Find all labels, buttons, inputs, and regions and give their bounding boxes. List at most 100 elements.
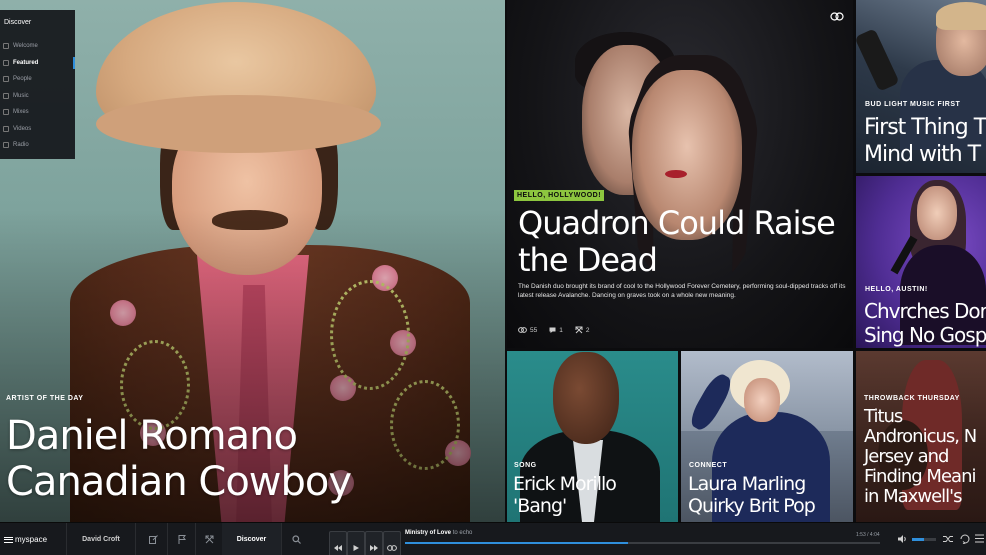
views-stat: 55 — [518, 327, 537, 334]
volume-slider-fill — [912, 538, 924, 541]
sidebar-item-music[interactable]: Music — [0, 88, 75, 105]
budlight-title[interactable]: First Thing T Mind with T — [864, 114, 986, 168]
titus-kicker: THROWBACK THURSDAY — [864, 395, 960, 402]
myspace-logo-text: myspace — [15, 535, 48, 544]
views-count: 55 — [530, 326, 538, 334]
hero-photo-hat-brim — [96, 95, 381, 153]
quadron-title[interactable]: Quadron Could Raise the Dead — [518, 205, 848, 279]
chvrches-title-line: Sing No Gosp — [864, 323, 986, 347]
people-icon — [3, 76, 9, 82]
now-playing-title: Ministry of Love — [405, 530, 452, 536]
previous-icon — [334, 544, 342, 551]
hero-title-line: Canadian Cowboy — [6, 459, 352, 505]
music-icon — [3, 92, 9, 99]
previous-track-button[interactable] — [329, 531, 347, 555]
quadron-description: The Danish duo brought its brand of cool… — [518, 283, 846, 300]
connect-arrows-icon — [205, 535, 214, 544]
sidebar-item-label: Music — [13, 92, 29, 99]
bottom-player-bar: myspace David Croft Discover — [0, 522, 986, 555]
radio-icon — [3, 142, 9, 148]
erick-kicker: SONG — [514, 462, 537, 469]
sidebar-item-label: Videos — [13, 125, 32, 132]
titus-title[interactable]: Titus Andronicus, N Jersey and Finding M… — [864, 407, 986, 507]
titus-title-line: Finding Meani — [864, 466, 976, 487]
connects-count: 2 — [585, 326, 590, 334]
videos-icon — [3, 125, 9, 132]
sidebar-item-label: People — [13, 76, 32, 82]
budlight-kicker: BUD LIGHT MUSIC FIRST — [865, 101, 961, 108]
hero-title[interactable]: Daniel Romano Canadian Cowboy — [6, 413, 352, 505]
sidebar-item-featured[interactable]: Featured — [0, 55, 75, 72]
search-button[interactable] — [282, 523, 310, 555]
connect-button[interactable] — [196, 523, 224, 555]
laura-photo-face — [744, 378, 780, 422]
erick-title[interactable]: Erick Morillo 'Bang' — [513, 473, 617, 517]
erick-title-line: 'Bang' — [513, 495, 567, 517]
next-track-button[interactable] — [365, 531, 383, 555]
discover-tab[interactable]: Discover — [222, 523, 282, 555]
shuffle-icon[interactable] — [943, 535, 953, 543]
chvrches-title-line: Chvrches Dor — [864, 299, 986, 323]
budlight-title-line: Mind with T — [864, 142, 981, 167]
mixes-icon — [3, 109, 9, 115]
sidebar-item-radio[interactable]: Radio — [0, 137, 75, 154]
titus-title-line: Andronicus, N — [864, 426, 977, 447]
hero-kicker: ARTIST OF THE DAY — [6, 395, 84, 402]
flag-icon — [178, 535, 186, 544]
myspace-logo-icon — [4, 536, 13, 543]
sidebar-item-label: Mixes — [13, 109, 29, 115]
connect-rings-button[interactable] — [383, 531, 401, 555]
sidebar-item-people[interactable]: People — [0, 71, 75, 88]
playback-time: 1:53 / 4:04 — [856, 532, 880, 538]
laura-kicker: CONNECT — [689, 462, 728, 469]
sidebar-item-mixes[interactable]: Mixes — [0, 104, 75, 121]
quadron-photo-lips — [665, 170, 687, 178]
user-profile-button[interactable]: David Croft — [66, 523, 136, 555]
hero-tile-artist-of-the-day[interactable]: ARTIST OF THE DAY Daniel Romano Canadian… — [0, 0, 505, 522]
quadron-stats: 55 1 2 — [518, 326, 589, 334]
volume-icon[interactable] — [898, 535, 908, 543]
erick-title-line: Erick Morillo — [513, 473, 617, 495]
comments-stat[interactable]: 1 — [549, 327, 563, 334]
repeat-icon[interactable] — [960, 534, 970, 544]
laura-title-line: Laura Marling — [688, 473, 806, 495]
featured-icon — [3, 59, 9, 66]
play-button[interactable] — [347, 531, 365, 555]
myspace-logo[interactable]: myspace — [4, 523, 47, 555]
connect-rings-icon[interactable] — [830, 12, 844, 21]
search-icon — [291, 535, 301, 544]
compose-button[interactable] — [140, 523, 168, 555]
chvrches-title[interactable]: Chvrches Dor Sing No Gosp — [864, 299, 986, 347]
laura-title-line: Quirky Brit Pop — [688, 495, 816, 517]
playback-progress-bar[interactable] — [405, 542, 880, 544]
connects-stat[interactable]: 2 — [575, 326, 590, 334]
comment-icon — [549, 327, 556, 333]
flag-button[interactable] — [168, 523, 196, 555]
titus-title-line: Jersey and — [864, 446, 949, 467]
comments-count: 1 — [559, 326, 563, 334]
chvrches-kicker: HELLO, AUSTIN! — [865, 286, 928, 293]
sidebar-item-label: Radio — [13, 142, 29, 148]
sidebar-item-welcome[interactable]: Welcome — [0, 38, 75, 55]
hero-title-line: Daniel Romano — [6, 413, 298, 459]
connect-arrows-icon — [575, 326, 583, 334]
laura-title[interactable]: Laura Marling Quirky Brit Pop — [688, 473, 816, 517]
sidebar-item-label: Featured — [13, 59, 39, 66]
welcome-icon — [3, 43, 9, 49]
connect-rings-icon — [387, 544, 397, 551]
now-playing-artist: to echo — [452, 530, 473, 536]
chvrches-photo-face — [917, 186, 957, 240]
sidebar-item-label: Welcome — [13, 43, 38, 49]
sidebar-item-videos[interactable]: Videos — [0, 121, 75, 138]
play-icon — [353, 544, 359, 551]
compose-icon — [149, 535, 158, 544]
views-icon — [518, 327, 527, 333]
discover-sidebar: Discover Welcome Featured People Music M… — [0, 10, 75, 159]
titus-title-line: in Maxwell's — [864, 486, 962, 507]
quadron-kicker: HELLO, HOLLYWOOD! — [514, 190, 605, 201]
now-playing-text[interactable]: Ministry of Love to echo — [405, 530, 472, 536]
sidebar-heading[interactable]: Discover — [0, 10, 75, 38]
budlight-photo-hair — [936, 2, 986, 30]
playback-progress-fill — [405, 542, 629, 544]
queue-icon[interactable] — [975, 534, 984, 543]
